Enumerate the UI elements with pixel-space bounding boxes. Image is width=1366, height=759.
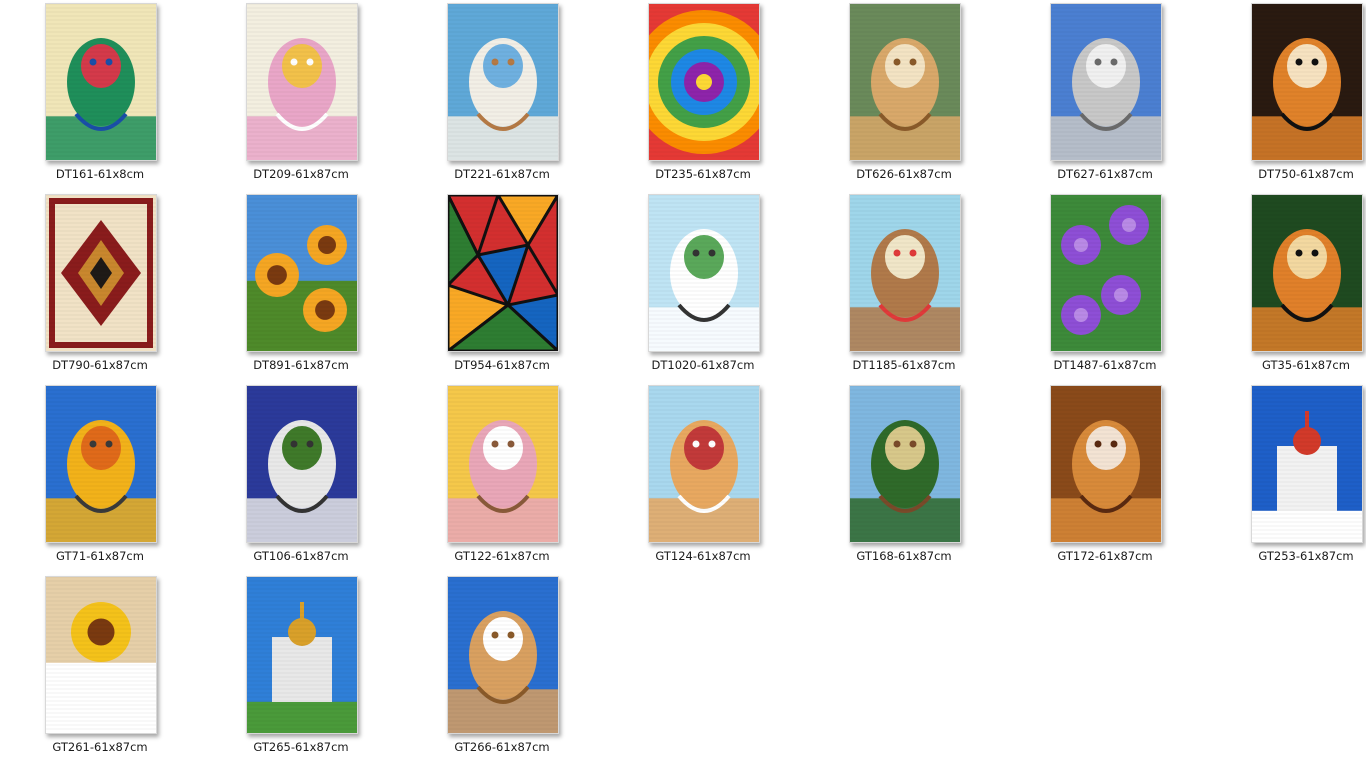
file-thumbnail[interactable] [447,385,559,543]
file-thumbnail[interactable] [1050,3,1162,161]
glass-image [448,195,558,351]
horse2-image [448,577,558,733]
file-name-label[interactable]: GT261-61x87cm [0,740,200,754]
file-name-label[interactable]: GT35-61x87cm [1206,358,1366,372]
lion-image [1051,386,1161,542]
file-thumbnail[interactable] [648,385,760,543]
file-thumbnail[interactable] [849,3,961,161]
deer-image [850,386,960,542]
swirl-image [649,4,759,160]
file-grid: DT161-61x8cm DT209-61x87cm DT221-61x87cm DT… [0,0,1366,759]
file-name-label[interactable]: DT1020-61x87cm [603,358,803,372]
file-item[interactable]: DT627-61x87cm [1005,0,1195,186]
file-item[interactable]: DT954-61x87cm [402,191,592,377]
file-thumbnail[interactable] [648,3,760,161]
file-name-label[interactable]: DT1487-61x87cm [1005,358,1205,372]
file-thumbnail[interactable] [1050,194,1162,352]
file-thumbnail[interactable] [45,576,157,734]
tiger3-image [247,386,357,542]
file-name-label[interactable]: DT750-61x87cm [1206,167,1366,181]
file-name-label[interactable]: DT209-61x87cm [201,167,401,181]
sunflower-image [46,577,156,733]
file-item[interactable]: DT750-61x87cm [1206,0,1366,186]
peacock-image [46,4,156,160]
file-name-label[interactable]: DT221-61x87cm [402,167,602,181]
file-name-label[interactable]: DT235-61x87cm [603,167,803,181]
file-item[interactable]: DT1185-61x87cm [804,191,994,377]
file-name-label[interactable]: DT891-61x87cm [201,358,401,372]
church-image [1252,386,1362,542]
file-name-label[interactable]: GT71-61x87cm [0,549,200,563]
file-item[interactable]: GT168-61x87cm [804,382,994,568]
mouse-image [850,195,960,351]
tiger2-image [1252,195,1362,351]
file-thumbnail[interactable] [447,576,559,734]
kitten2-image [649,386,759,542]
file-item[interactable]: DT161-61x8cm [0,0,190,186]
file-item[interactable]: DT1020-61x87cm [603,191,793,377]
file-item[interactable]: GT266-61x87cm [402,573,592,759]
file-item[interactable]: DT626-61x87cm [804,0,994,186]
file-item[interactable]: DT209-61x87cm [201,0,391,186]
file-thumbnail[interactable] [1251,3,1363,161]
file-item[interactable]: GT106-61x87cm [201,382,391,568]
file-item[interactable]: DT221-61x87cm [402,0,592,186]
tiger-image [1252,4,1362,160]
file-item[interactable]: DT891-61x87cm [201,191,391,377]
file-item[interactable]: GT172-61x87cm [1005,382,1195,568]
file-thumbnail[interactable] [45,194,157,352]
file-thumbnail[interactable] [246,385,358,543]
file-name-label[interactable]: GT265-61x87cm [201,740,401,754]
file-name-label[interactable]: GT266-61x87cm [402,740,602,754]
file-thumbnail[interactable] [849,385,961,543]
file-thumbnail[interactable] [1251,385,1363,543]
file-thumbnail[interactable] [246,3,358,161]
violets-image [1051,195,1161,351]
file-name-label[interactable]: GT106-61x87cm [201,549,401,563]
file-thumbnail[interactable] [1251,194,1363,352]
file-thumbnail[interactable] [849,194,961,352]
duck-image [247,4,357,160]
file-name-label[interactable]: DT954-61x87cm [402,358,602,372]
parrot-image [46,386,156,542]
file-name-label[interactable]: DT626-61x87cm [804,167,1004,181]
file-item[interactable]: GT122-61x87cm [402,382,592,568]
file-thumbnail[interactable] [246,194,358,352]
file-item[interactable]: GT265-61x87cm [201,573,391,759]
file-name-label[interactable]: DT790-61x87cm [0,358,200,372]
cathedral-image [247,577,357,733]
file-name-label[interactable]: GT122-61x87cm [402,549,602,563]
file-name-label[interactable]: DT161-61x8cm [0,167,200,181]
file-item[interactable]: DT790-61x87cm [0,191,190,377]
horse-image [850,4,960,160]
file-thumbnail[interactable] [45,385,157,543]
file-name-label[interactable]: DT1185-61x87cm [804,358,1004,372]
file-item[interactable]: GT35-61x87cm [1206,191,1366,377]
file-thumbnail[interactable] [447,194,559,352]
file-thumbnail[interactable] [45,3,157,161]
wolf-image [1051,4,1161,160]
file-name-label[interactable]: GT168-61x87cm [804,549,1004,563]
file-name-label[interactable]: GT253-61x87cm [1206,549,1366,563]
file-name-label[interactable]: GT124-61x87cm [603,549,803,563]
file-item[interactable]: GT71-61x87cm [0,382,190,568]
file-thumbnail[interactable] [1050,385,1162,543]
sunflowers-image [247,195,357,351]
file-thumbnail[interactable] [648,194,760,352]
file-item[interactable]: DT1487-61x87cm [1005,191,1195,377]
file-item[interactable]: GT124-61x87cm [603,382,793,568]
kitten-image [448,386,558,542]
file-item[interactable]: DT235-61x87cm [603,0,793,186]
file-name-label[interactable]: GT172-61x87cm [1005,549,1205,563]
rabbit-image [448,4,558,160]
whitetiger-image [649,195,759,351]
file-name-label[interactable]: DT627-61x87cm [1005,167,1205,181]
file-thumbnail[interactable] [246,576,358,734]
file-item[interactable]: GT261-61x87cm [0,573,190,759]
file-item[interactable]: GT253-61x87cm [1206,382,1366,568]
file-thumbnail[interactable] [447,3,559,161]
rug-image [46,195,156,351]
